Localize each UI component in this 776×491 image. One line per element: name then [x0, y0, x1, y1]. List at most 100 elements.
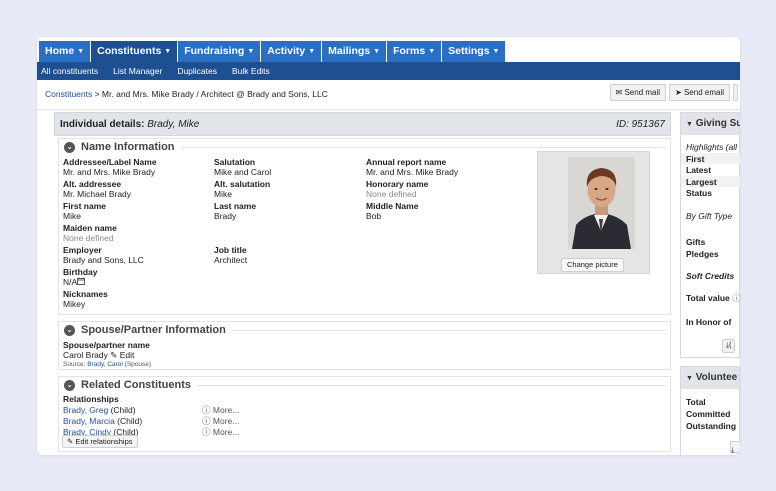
- section-title: Spouse/Partner Information: [81, 324, 226, 336]
- caret-down-icon: ▼: [164, 48, 172, 55]
- constituent-name: Brady, Mike: [147, 118, 200, 130]
- relationship-more[interactable]: ⓘ More...: [202, 416, 239, 426]
- giving-download-button[interactable]: ⤓(: [722, 339, 736, 353]
- breadcrumb-bar: Constituents > Mr. and Mrs. Mike Brady /…: [37, 80, 740, 110]
- giving-latest: Latest: [686, 165, 712, 175]
- relationship-more[interactable]: ⓘ More...: [202, 405, 239, 415]
- collapse-chevron-icon[interactable]: ⌄: [64, 141, 75, 153]
- employer-field: Employer Brady and Sons, LLC: [63, 245, 144, 265]
- volunteer-outstanding: Outstanding: [686, 421, 737, 431]
- nav-tab-label: Fundraising: [184, 45, 245, 57]
- more-actions-button[interactable]: [733, 84, 738, 101]
- subnav-all-constituents[interactable]: All constituents: [41, 66, 98, 76]
- related-constituents-header[interactable]: ⌄ Related Constituents: [59, 377, 670, 393]
- caret-down-icon: ▼: [686, 121, 693, 128]
- change-picture-button[interactable]: Change picture: [561, 258, 624, 272]
- giving-summary-title: Giving Su: [695, 118, 740, 129]
- field-value: Mr. and Mrs. Mike Brady: [366, 167, 459, 177]
- nav-tab-label: Constituents: [97, 45, 162, 57]
- field-value: Brady: [214, 211, 237, 221]
- field-value: None defined: [63, 233, 114, 243]
- send-email-label: Send email: [683, 88, 724, 97]
- relationship-link[interactable]: Brady, Greg: [63, 405, 108, 415]
- field-label: Employer: [63, 245, 102, 255]
- spouse-source: Source: Brady, Carol (Spouse): [63, 360, 151, 370]
- relationships-label: Relationships: [63, 394, 119, 404]
- field-value: None defined: [366, 189, 417, 199]
- source-prefix: Source:: [63, 361, 88, 368]
- pencil-icon: ✎: [110, 350, 118, 360]
- more-label: More...: [212, 427, 240, 437]
- nav-tab-forms[interactable]: Forms ▼: [387, 41, 442, 62]
- subnav-list-manager[interactable]: List Manager: [113, 66, 162, 76]
- profile-photo-frame: Change picture: [537, 151, 650, 274]
- profile-photo: [568, 157, 635, 249]
- spouse-value-row: Carol Brady ✎ Edit: [63, 350, 151, 360]
- nav-tab-label: Mailings: [328, 45, 371, 57]
- giving-gifts: Gifts: [686, 237, 706, 247]
- field-value: N/A: [63, 277, 78, 287]
- action-buttons: ✉ Send mail ➤ Send email: [607, 84, 738, 101]
- maiden-name-field: Maiden name None defined: [63, 223, 117, 243]
- volunteer-committed: Committed: [686, 409, 731, 419]
- nav-tab-label: Forms: [393, 45, 426, 57]
- edit-spouse-button[interactable]: ✎ Edit: [110, 350, 134, 360]
- nav-tab-constituents[interactable]: Constituents ▼: [91, 41, 178, 62]
- divider: [180, 146, 666, 148]
- last-name-field: Last name Brady: [214, 201, 256, 221]
- relationship-more[interactable]: ⓘ More...: [202, 427, 239, 437]
- nicknames-field: Nicknames Mikey: [63, 289, 108, 309]
- field-label: Alt. addressee: [63, 179, 122, 189]
- breadcrumb-constituents-link[interactable]: Constituents: [45, 89, 92, 99]
- giving-status: Status: [686, 188, 712, 198]
- volunteer-header[interactable]: ▼ Voluntee: [681, 367, 739, 389]
- nav-tab-label: Settings: [448, 45, 490, 57]
- birthday-value-row: N/A: [63, 277, 97, 287]
- details-header: Individual details: Brady, Mike ID: 9513…: [54, 112, 671, 136]
- nav-tab-activity[interactable]: Activity ▼: [261, 41, 322, 62]
- relationship-type: (Child): [108, 405, 136, 415]
- breadcrumb-current: > Mr. and Mrs. Mike Brady / Architect @ …: [92, 89, 328, 99]
- alt-salutation-field: Alt. salutation Mike: [214, 179, 270, 199]
- relationship-link[interactable]: Brady, Marcia: [63, 416, 115, 426]
- send-email-button[interactable]: ➤ Send email: [669, 84, 730, 101]
- name-information-section: ⌄ Name Information Addressee/Label Name M…: [58, 138, 671, 315]
- giving-soft-credits: Soft Credits: [686, 271, 735, 281]
- subnav-duplicates[interactable]: Duplicates: [177, 66, 217, 76]
- volunteer-download-button[interactable]: ⤓: [730, 441, 740, 454]
- breadcrumb: Constituents > Mr. and Mrs. Mike Brady /…: [45, 89, 328, 99]
- edit-relationships-label: Edit relationships: [75, 437, 133, 446]
- main-content: Individual details: Brady, Mike ID: 9513…: [54, 112, 671, 452]
- first-name-field: First name Mike: [63, 201, 106, 221]
- nav-tab-settings[interactable]: Settings ▼: [442, 41, 506, 62]
- edit-relationships-button[interactable]: ✎ Edit relationships: [62, 435, 138, 448]
- spouse-source-link[interactable]: Brady, Carol: [87, 361, 123, 368]
- nav-tab-fundraising[interactable]: Fundraising ▼: [178, 41, 261, 62]
- calendar-icon[interactable]: [77, 277, 86, 287]
- details-title: Individual details: Brady, Mike: [60, 119, 199, 130]
- download-icon: ⤓: [731, 447, 735, 454]
- more-label: More...: [212, 416, 240, 426]
- send-mail-label: Send mail: [624, 88, 661, 97]
- caret-down-icon: ▼: [428, 48, 436, 55]
- info-circle-icon[interactable]: ⓘ: [732, 293, 740, 303]
- giving-summary-header[interactable]: ▼ Giving Su: [681, 113, 740, 135]
- collapse-chevron-icon[interactable]: ⌄: [64, 379, 75, 391]
- details-label: Individual details:: [60, 118, 145, 130]
- info-circle-icon: ⓘ: [202, 427, 211, 437]
- send-mail-button[interactable]: ✉ Send mail: [609, 84, 667, 101]
- giving-in-honor: In Honor of: [686, 317, 732, 327]
- spouse-partner-header[interactable]: ⌄ Spouse/Partner Information: [59, 322, 670, 338]
- source-suffix: (Spouse): [122, 361, 152, 368]
- more-label: More...: [212, 405, 240, 415]
- subnav-bulk-edits[interactable]: Bulk Edits: [232, 66, 270, 76]
- right-panel: ▼ Giving Su Highlights (all First Latest…: [680, 112, 740, 455]
- field-label: Birthday: [63, 267, 98, 277]
- caret-down-icon: ▼: [373, 48, 381, 55]
- alt-addressee-field: Alt. addressee Mr. Michael Brady: [63, 179, 131, 199]
- nav-tab-mailings[interactable]: Mailings ▼: [322, 41, 387, 62]
- giving-highlights-label: Highlights (all: [686, 142, 738, 152]
- nav-tab-home[interactable]: Home ▼: [39, 41, 91, 62]
- collapse-chevron-icon[interactable]: ⌄: [64, 324, 75, 336]
- field-label: Last name: [214, 201, 257, 211]
